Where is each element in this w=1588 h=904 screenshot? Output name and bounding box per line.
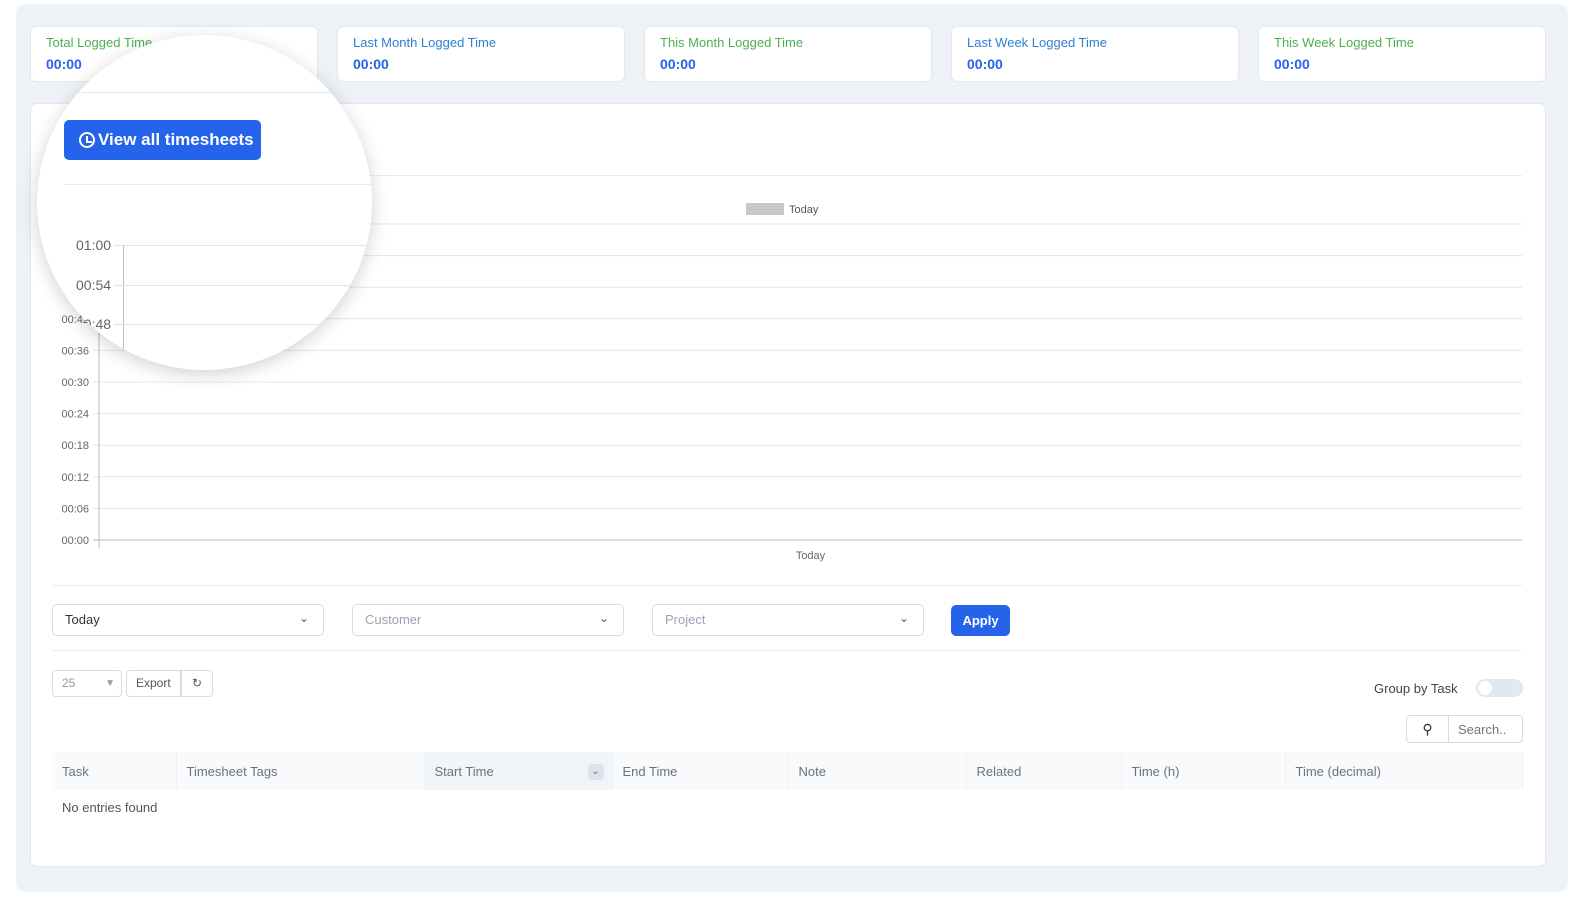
- y-tick-label: 00:12: [61, 472, 89, 484]
- refresh-icon[interactable]: ↻: [181, 670, 213, 697]
- view-all-timesheets-button[interactable]: View all timesheets: [64, 120, 261, 160]
- page-size-value: 25: [62, 676, 76, 690]
- gridline: [114, 245, 372, 246]
- search-input[interactable]: [1448, 715, 1523, 743]
- period-value: Today: [65, 612, 100, 627]
- divider: [52, 585, 1522, 586]
- y-axis-line: [123, 245, 124, 350]
- customer-placeholder: Customer: [365, 612, 422, 627]
- legend-swatch: [746, 203, 784, 215]
- x-tick-label: Today: [796, 550, 826, 562]
- column-note[interactable]: Note: [788, 752, 967, 790]
- chevron-down-icon: ▼: [105, 678, 115, 689]
- y-tick-label: 01:00: [76, 237, 112, 253]
- column-label: Start Time: [434, 763, 494, 779]
- clock-icon: [79, 132, 95, 148]
- chevron-down-icon: ⌄: [898, 611, 909, 625]
- column-start-time[interactable]: Start Time ⌄: [424, 752, 613, 790]
- chevron-down-icon: ⌄: [598, 611, 609, 625]
- group-by-task-label: Group by Task: [1374, 681, 1458, 696]
- column-end-time[interactable]: End Time: [612, 752, 789, 790]
- column-task[interactable]: Task: [52, 752, 177, 790]
- group-by-task-toggle[interactable]: [1476, 679, 1523, 697]
- timesheet-table: Task Timesheet Tags Start Time ⌄ End Time…: [52, 752, 1523, 825]
- column-time-decimal[interactable]: Time (decimal): [1285, 752, 1523, 790]
- magnifier-overlay: View all timesheets 01:00 00:54 00:48: [37, 35, 372, 370]
- y-tick-label: 00:48: [76, 316, 112, 332]
- y-tick-label: 00:18: [61, 440, 89, 452]
- page-size-select[interactable]: 25 ▼: [52, 670, 122, 697]
- column-timesheet-tags[interactable]: Timesheet Tags: [176, 752, 425, 790]
- divider: [64, 184, 372, 185]
- y-tick-label: 00:30: [61, 377, 89, 389]
- period-select[interactable]: Today ⌄: [52, 604, 324, 636]
- y-tick-label: 00:54: [76, 277, 112, 293]
- chevron-down-icon: ⌄: [298, 611, 309, 625]
- search-icon[interactable]: ⚲: [1406, 715, 1449, 743]
- customer-select[interactable]: Customer ⌄: [352, 604, 624, 636]
- apply-button[interactable]: Apply: [951, 605, 1010, 636]
- column-related[interactable]: Related: [966, 752, 1122, 790]
- column-time-h[interactable]: Time (h): [1121, 752, 1286, 790]
- legend-label: Today: [789, 204, 819, 216]
- empty-message: No entries found: [62, 800, 158, 815]
- divider: [52, 650, 1522, 651]
- gridline: [114, 324, 372, 325]
- project-select[interactable]: Project ⌄: [652, 604, 924, 636]
- button-label: View all timesheets: [98, 130, 254, 149]
- project-placeholder: Project: [665, 612, 706, 627]
- y-tick-label: 00:24: [61, 409, 89, 421]
- sort-icon: ⌄: [587, 764, 604, 780]
- gridline: [114, 285, 372, 286]
- export-button[interactable]: Export: [126, 670, 181, 697]
- card-edge: [37, 92, 372, 93]
- y-tick-label: 00:06: [61, 503, 89, 515]
- y-tick-label: 00:00: [61, 535, 89, 547]
